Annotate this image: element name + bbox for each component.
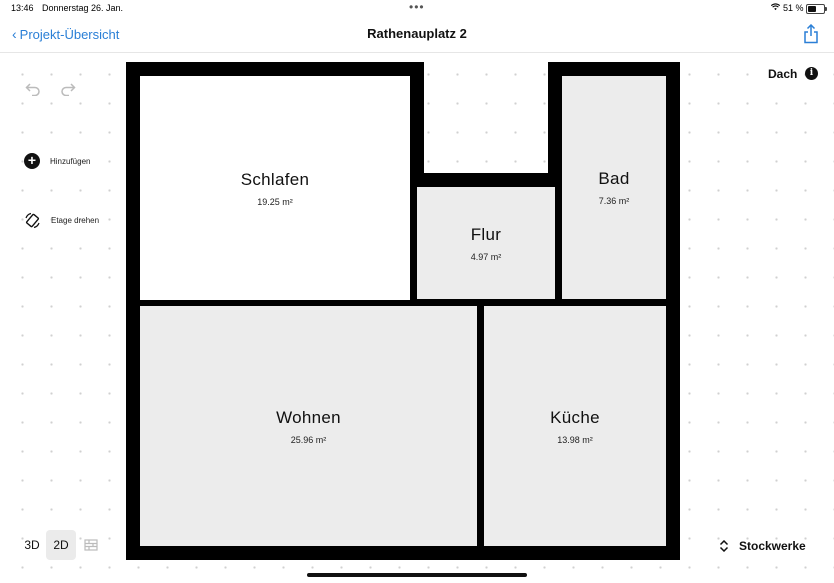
add-button-label: Hinzufügen [50,156,91,166]
room-wohnen[interactable]: Wohnen 25.96 m² [140,306,477,546]
room-name: Wohnen [276,407,341,427]
undo-icon [25,83,40,97]
room-kueche[interactable]: Küche 13.98 m² [484,306,666,546]
floor-plan: Schlafen 19.25 m² Flur 4.97 m² Bad 7.36 … [126,62,680,560]
layers-icon [84,539,98,551]
multitask-dots-icon[interactable]: ••• [409,0,425,14]
home-indicator[interactable] [307,573,527,577]
view-mode-selector: 3D 2D [18,530,106,560]
redo-button[interactable] [60,82,76,101]
room-schlafen[interactable]: Schlafen 19.25 m² [140,76,410,300]
floorplan-layers-button[interactable] [76,530,106,560]
room-area: 13.98 m² [557,434,593,445]
rotate-icon [25,212,40,229]
battery-percentage: 51 % [783,3,804,13]
wifi-icon [770,3,781,13]
view-2d-button[interactable]: 2D [46,530,76,560]
floors-button[interactable]: Stockwerke [719,539,806,553]
room-name: Schlafen [240,169,310,189]
room-name: Bad [598,169,630,188]
room-area: 19.25 m² [257,196,293,207]
battery-icon [806,4,827,14]
room-area: 25.96 m² [290,434,327,445]
chevron-up-down-icon [719,540,729,552]
status-date: Donnerstag 26. Jan. [42,3,124,13]
status-time: 13:46 [11,3,34,13]
info-icon[interactable]: i [805,67,818,80]
view-3d-button[interactable]: 3D [18,530,46,560]
room-bad[interactable]: Bad 7.36 m² [562,76,666,299]
navigation-bar: ‹ Projekt-Übersicht Rathenauplatz 2 [0,16,834,53]
room-flur[interactable]: Flur 4.97 m² [417,187,555,299]
room-area: 4.97 m² [470,251,502,262]
rotate-floor-button[interactable]: Etage drehen [24,212,99,229]
room-name: Küche [550,407,600,427]
plus-circle-icon: + [24,153,40,169]
floor-name[interactable]: Dach [768,67,797,81]
redo-icon [61,83,76,97]
page-title: Rathenauplatz 2 [367,26,467,41]
undo-button[interactable] [25,82,41,101]
room-name: Flur [470,224,502,244]
rotate-floor-label: Etage drehen [51,216,100,225]
room-area: 7.36 m² [598,196,630,206]
floors-button-label: Stockwerke [739,539,806,553]
status-bar: 13:46 Donnerstag 26. Jan. ••• 51 % [0,0,834,16]
add-button[interactable]: + Hinzufügen [24,153,90,169]
share-icon[interactable] [803,23,821,44]
